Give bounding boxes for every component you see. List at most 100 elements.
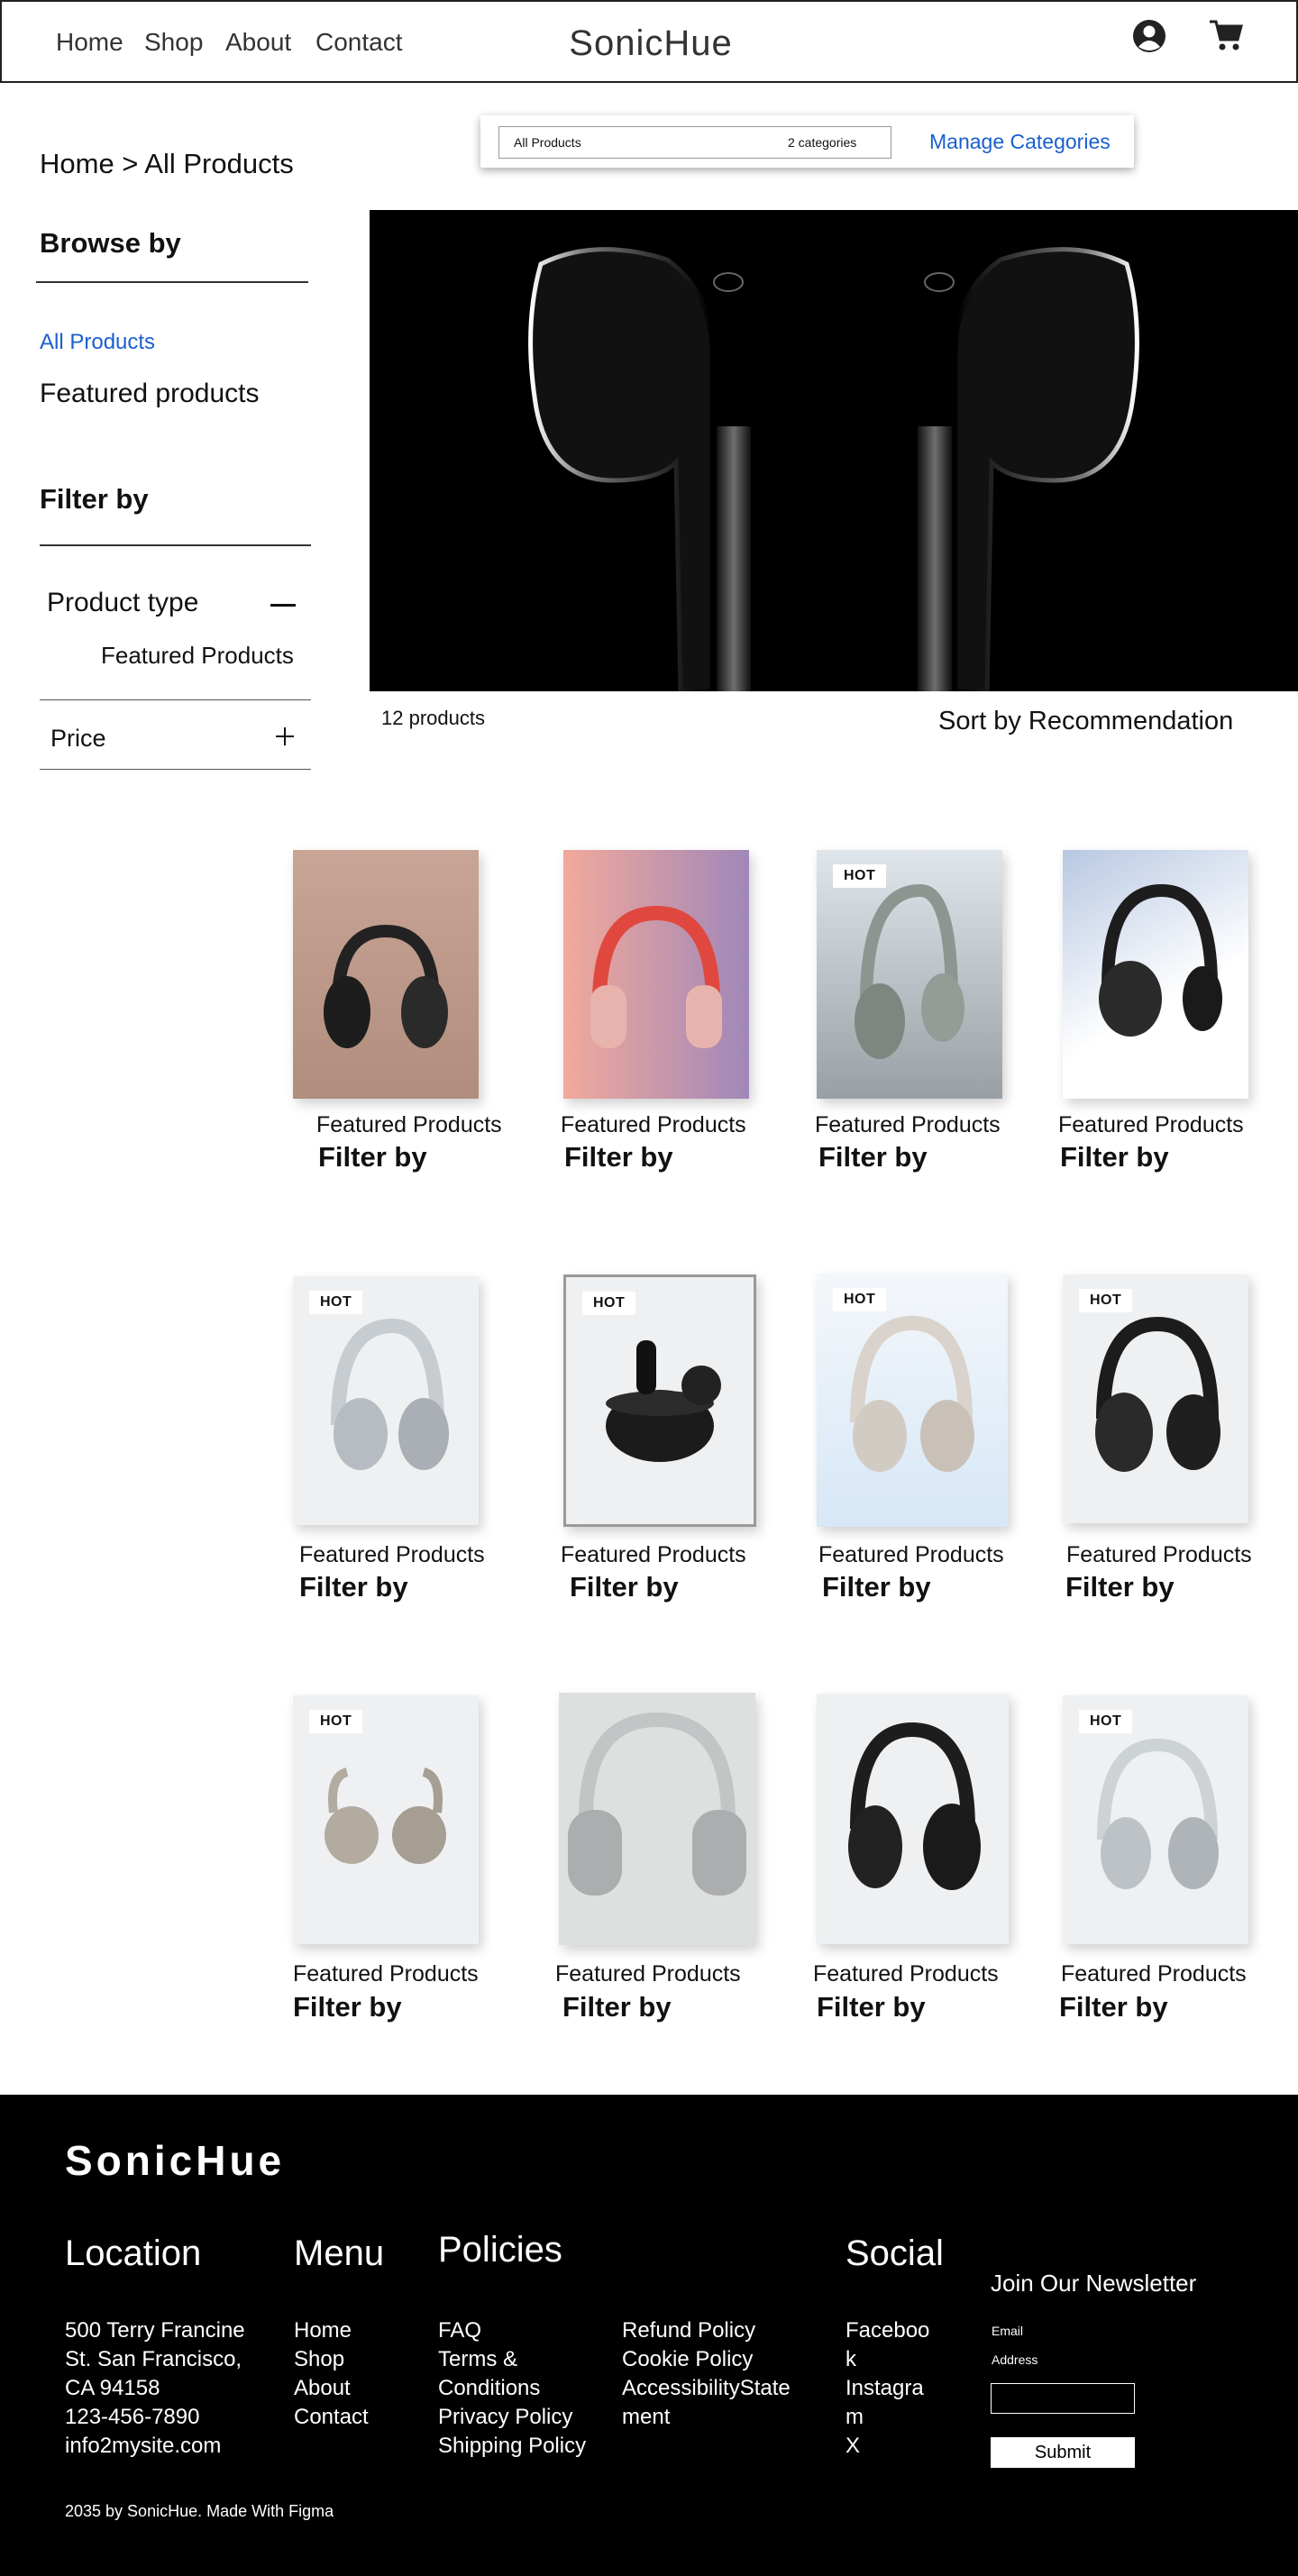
address-line: 500 Terry Francine [65, 2318, 245, 2343]
product-card-4[interactable] [1063, 850, 1248, 1099]
footer-social: Faceboo k Instagra m X [846, 2316, 929, 2461]
product-caption: Featured Products [299, 1542, 485, 1567]
nav-shop[interactable]: Shop [144, 27, 203, 58]
hot-badge: HOT [582, 1292, 636, 1315]
social-link-facebook[interactable]: k [846, 2345, 929, 2374]
copyright: 2035 by SonicHue. Made With Figma [65, 2502, 334, 2520]
product-card-7[interactable]: HOT [817, 1274, 1008, 1527]
product-caption: Featured Products [813, 1961, 999, 1987]
social-link-x[interactable]: X [846, 2432, 929, 2461]
product-card-9[interactable]: HOT [293, 1695, 479, 1944]
product-type-filter-toggle[interactable]: Product type [47, 588, 198, 618]
product-card-1[interactable] [293, 850, 479, 1099]
hot-badge: HOT [833, 1288, 887, 1311]
footer-link-terms[interactable]: Terms & [438, 2345, 586, 2374]
category-select[interactable]: All Products 2 categories [498, 126, 891, 159]
footer-policies-col-2: Refund Policy Cookie Policy Accessibilit… [622, 2316, 791, 2432]
product-title[interactable]: Filter by [564, 1141, 673, 1174]
breadcrumb: Home > All Products [40, 148, 294, 179]
footer-social-heading: Social [846, 2233, 944, 2273]
divider [36, 281, 308, 283]
browse-featured-link[interactable]: Featured products [40, 379, 259, 409]
product-title[interactable]: Filter by [562, 1991, 672, 2023]
product-card-11[interactable] [817, 1694, 1009, 1944]
divider [40, 544, 311, 546]
hot-badge: HOT [1079, 1710, 1133, 1733]
footer-link-contact[interactable]: Contact [294, 2403, 369, 2432]
footer-menu-heading: Menu [294, 2233, 385, 2273]
product-title[interactable]: Filter by [1060, 1141, 1169, 1174]
product-caption: Featured Products [316, 1112, 502, 1137]
product-type-option-featured[interactable]: Featured Products [101, 642, 294, 670]
product-card-5[interactable]: HOT [293, 1276, 479, 1525]
manage-categories-link[interactable]: Manage Categories [929, 130, 1111, 154]
product-caption: Featured Products [561, 1112, 746, 1137]
footer-link-home[interactable]: Home [294, 2316, 369, 2345]
site-header: Home Shop About Contact SonicHue [0, 0, 1298, 83]
hot-badge: HOT [1079, 1289, 1133, 1312]
social-link-instagram[interactable]: m [846, 2403, 929, 2432]
newsletter-submit-button[interactable]: Submit [991, 2437, 1135, 2468]
category-count: 2 categories [788, 135, 857, 150]
divider [40, 699, 311, 700]
product-caption: Featured Products [561, 1542, 746, 1567]
headphones-image [848, 1722, 981, 1890]
footer-link-faq[interactable]: FAQ [438, 2316, 586, 2345]
product-card-8[interactable]: HOT [1063, 1274, 1248, 1523]
hot-badge: HOT [833, 864, 887, 888]
footer-link-cookie[interactable]: Cookie Policy [622, 2345, 791, 2374]
newsletter-email-input[interactable] [991, 2383, 1135, 2414]
address-line: St. San Francisco, [65, 2347, 242, 2371]
footer-link-refund[interactable]: Refund Policy [622, 2316, 791, 2345]
footer-link-accessibility[interactable]: ment [622, 2403, 791, 2432]
minus-icon[interactable] [270, 604, 296, 607]
category-select-value: All Products [514, 135, 581, 150]
nav-contact[interactable]: Contact [315, 27, 403, 58]
product-count: 12 products [381, 707, 485, 729]
footer-link-terms[interactable]: Conditions [438, 2374, 586, 2403]
product-caption: Featured Products [818, 1542, 1004, 1567]
footer-location-heading: Location [65, 2233, 202, 2273]
price-filter-toggle[interactable]: Price [50, 725, 106, 753]
product-title[interactable]: Filter by [299, 1571, 408, 1603]
product-title[interactable]: Filter by [817, 1991, 926, 2023]
footer-link-about[interactable]: About [294, 2374, 369, 2403]
product-card-2[interactable] [563, 850, 749, 1099]
page: Home Shop About Contact SonicHue All Pro… [0, 0, 1298, 2576]
footer-policies-col-1: FAQ Terms & Conditions Privacy Policy Sh… [438, 2316, 586, 2461]
cart-icon[interactable] [1208, 18, 1244, 52]
product-caption: Featured Products [555, 1961, 741, 1987]
footer-link-privacy[interactable]: Privacy Policy [438, 2403, 586, 2432]
product-card-3[interactable]: HOT [817, 850, 1002, 1099]
footer-link-accessibility[interactable]: AccessibilityState [622, 2374, 791, 2403]
nav-about[interactable]: About [225, 27, 291, 58]
footer-link-shop[interactable]: Shop [294, 2345, 369, 2374]
product-title[interactable]: Filter by [318, 1141, 427, 1174]
user-icon[interactable] [1132, 18, 1166, 54]
plus-icon[interactable] [276, 725, 299, 748]
footer-link-shipping[interactable]: Shipping Policy [438, 2432, 586, 2461]
footer-menu: Home Shop About Contact [294, 2316, 369, 2432]
product-title[interactable]: Filter by [570, 1571, 679, 1603]
sort-dropdown[interactable]: Sort by Recommendation [938, 707, 1233, 736]
product-title[interactable]: Filter by [822, 1571, 931, 1603]
product-card-6[interactable]: HOT [563, 1274, 756, 1527]
browse-all-products-link[interactable]: All Products [40, 330, 155, 355]
social-link-facebook[interactable]: Faceboo [846, 2316, 929, 2345]
brand-logo[interactable]: SonicHue [569, 23, 732, 63]
footer-policies-heading: Policies [438, 2230, 562, 2270]
headphones-image [850, 1315, 974, 1472]
email-address: info2mysite.com [65, 2434, 222, 2458]
email-label: Email [992, 2324, 1024, 2338]
product-card-12[interactable]: HOT [1063, 1695, 1248, 1944]
product-title[interactable]: Filter by [1059, 1991, 1168, 2023]
headphones-image [324, 924, 448, 1048]
social-link-instagram[interactable]: Instagra [846, 2374, 929, 2403]
product-card-10[interactable] [559, 1693, 755, 1945]
nav-home[interactable]: Home [56, 27, 123, 58]
filter-by-heading: Filter by [40, 483, 149, 515]
product-title[interactable]: Filter by [293, 1991, 402, 2023]
product-title[interactable]: Filter by [1065, 1571, 1175, 1603]
product-title[interactable]: Filter by [818, 1141, 928, 1174]
headphones-image [1099, 883, 1222, 1037]
